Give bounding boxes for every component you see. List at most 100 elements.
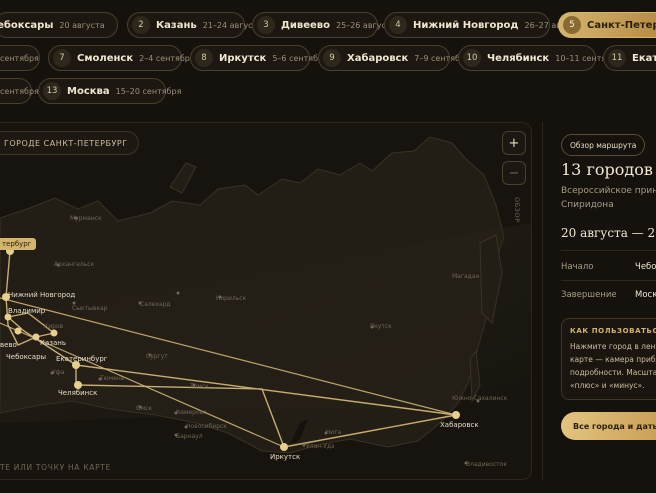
route-city-label[interactable]: Казань — [40, 339, 66, 347]
city-chip-strip: Чебоксары 20 августа 2 Казань 21–24 авгу… — [0, 0, 656, 110]
route-point — [452, 411, 460, 419]
minor-city-label: Чита — [326, 429, 342, 436]
all-cities-button[interactable]: Все города и даты — [561, 412, 656, 440]
divider — [561, 250, 656, 251]
start-value: Чебо — [635, 262, 656, 272]
chip-date: сентября — [0, 53, 39, 63]
panel-subtitle-line: Спиридона — [561, 200, 614, 210]
chip-number: 13 — [43, 82, 61, 100]
howto-line: «плюс» и «минус». — [570, 381, 645, 390]
chip-kazan[interactable]: 2 Казань 21–24 августа — [127, 12, 262, 38]
route-map[interactable]: ГОРОДЕ САНКТ-ПЕТЕРБУРГ тербург Нижний Но… — [0, 122, 532, 480]
panel-subtitle-line: Всероссийское принесение — [561, 186, 656, 196]
map-title: ГОРОДЕ САНКТ-ПЕТЕРБУРГ — [0, 131, 139, 155]
minor-city-label: Владивосток — [466, 461, 507, 468]
chip-number: 3 — [257, 16, 275, 34]
end-value: Моск — [635, 290, 656, 300]
route-city-label[interactable]: Челябинск — [58, 389, 97, 397]
route-point — [32, 333, 40, 341]
chip-irkutsk[interactable]: 8 Иркутск 5–6 сентября — [190, 45, 328, 71]
minor-city-label: Кемерово — [176, 409, 207, 416]
howto-heading: КАК ПОЛЬЗОВАТЬСЯ — [570, 327, 656, 335]
minor-city-label: Салехард — [140, 301, 171, 308]
chip-number: 7 — [53, 49, 71, 67]
start-label: Начало — [561, 262, 594, 272]
route-point — [50, 329, 58, 337]
chip-name: Нижний Новгород — [413, 19, 519, 31]
chip-khabarovsk[interactable]: 9 Хабаровск 7–9 сентября — [318, 45, 470, 71]
minor-city-label: Якутск — [370, 323, 392, 330]
chip-name: Екатер — [632, 52, 656, 64]
chip-date: 20 августа — [59, 20, 105, 30]
route-city-label[interactable]: Екатеринбург — [56, 355, 107, 363]
minor-city-label: Южно-Сахалинск — [452, 395, 508, 402]
chip-moscow[interactable]: 13 Москва 15–20 сентября — [38, 78, 181, 104]
minor-city-label: Магадан — [452, 273, 480, 280]
map-hint: ТЕ ИЛИ ТОЧКУ НА КАРТЕ — [0, 463, 112, 472]
chip-number: 11 — [608, 49, 626, 67]
howto-line: подробности. Масшта — [570, 368, 656, 377]
chip-nizhny-novgorod[interactable]: 4 Нижний Новгород 26–27 августа — [384, 12, 584, 38]
howto-card: КАК ПОЛЬЗОВАТЬСЯ Нажмите город в ленте к… — [561, 318, 656, 400]
novaya-zemlya — [169, 162, 197, 194]
minor-city-label: Мурманск — [70, 215, 102, 222]
chip-name: Дивеево — [281, 19, 331, 31]
chip-name: Иркутск — [219, 52, 267, 64]
chip-number: 8 — [195, 49, 213, 67]
chip-saint-petersburg[interactable]: 5 Санкт-Петербург — [558, 12, 656, 38]
minor-city-label: Норильск — [216, 295, 247, 302]
chip-name: Москва — [67, 85, 110, 97]
chip-number: 5 — [563, 16, 581, 34]
route-city-label[interactable]: Иркутск — [270, 453, 300, 461]
chip-ekaterinburg[interactable]: 11 Екатер — [603, 45, 656, 71]
chip-partial-2[interactable]: сентября — [0, 78, 39, 104]
route-point — [74, 381, 82, 389]
overview-vertical-label: ОБЗОР — [513, 197, 521, 223]
chip-number: 10 — [463, 49, 481, 67]
howto-text: Нажмите город в ленте карте — камера при… — [570, 340, 656, 392]
chip-smolensk[interactable]: 7 Смоленск 2–4 сентября — [48, 45, 195, 71]
panel-title: 13 городов — [561, 160, 653, 179]
chip-chelyabinsk[interactable]: 10 Челябинск 10–11 сентября — [458, 45, 621, 71]
end-label: Завершение — [561, 290, 617, 300]
minor-city-label: Сургут — [146, 353, 168, 360]
route-city-label[interactable]: вево — [0, 341, 17, 349]
zoom-out-button[interactable]: − — [502, 161, 526, 185]
start-row: Начало Чебо — [561, 262, 656, 272]
minor-city-label: Барнаул — [176, 433, 203, 440]
route-overview-button[interactable]: Обзор маршрута — [561, 134, 646, 156]
minor-city-label: Тюмень — [100, 375, 125, 382]
chip-diveevo[interactable]: 3 Дивеево 25–26 августа — [252, 12, 395, 38]
chip-number: 2 — [132, 16, 150, 34]
chip-number: 9 — [323, 49, 341, 67]
chip-name: Казань — [156, 19, 197, 31]
selected-city-pin[interactable]: тербург — [0, 238, 37, 250]
minor-city-label: Архангельск — [54, 261, 95, 268]
panel-subtitle: Всероссийское принесение Спиридона — [561, 184, 656, 212]
chip-date: 15–20 сентября — [115, 86, 182, 96]
route-city-label[interactable]: Нижний Новгород — [8, 291, 75, 299]
zoom-in-button[interactable]: + — [502, 131, 526, 155]
route-point — [280, 443, 288, 451]
chip-name: Хабаровск — [347, 52, 409, 64]
chip-number: 4 — [389, 16, 407, 34]
chip-name: Санкт-Петербург — [587, 19, 656, 31]
chip-name: Челябинск — [487, 52, 550, 64]
howto-line: Нажмите город в ленте — [570, 342, 656, 351]
minor-city-label: Сыктывкар — [72, 305, 108, 312]
route-info-panel: Обзор маршрута 13 городов Всероссийское … — [542, 122, 656, 480]
minor-city-label: Уфа — [52, 369, 65, 376]
chip-name: Смоленск — [77, 52, 134, 64]
minor-city-label: Новосибирск — [186, 423, 227, 430]
route-city-label[interactable]: Хабаровск — [440, 421, 479, 429]
divider — [561, 280, 656, 281]
chip-cheboksary[interactable]: Чебоксары 20 августа — [0, 12, 118, 38]
chip-partial[interactable]: сентября — [0, 45, 40, 71]
route-city-label[interactable]: Чебоксары — [6, 353, 46, 361]
minor-city-label: Киров — [44, 323, 64, 330]
howto-line: карте — камера прибл — [570, 355, 656, 364]
route-city-label[interactable]: Владимир — [8, 307, 45, 315]
minor-city-label: Улан-Удэ — [306, 443, 335, 450]
chip-name: Чебоксары — [0, 19, 54, 31]
panel-dates: 20 августа — 20 — [561, 226, 656, 240]
